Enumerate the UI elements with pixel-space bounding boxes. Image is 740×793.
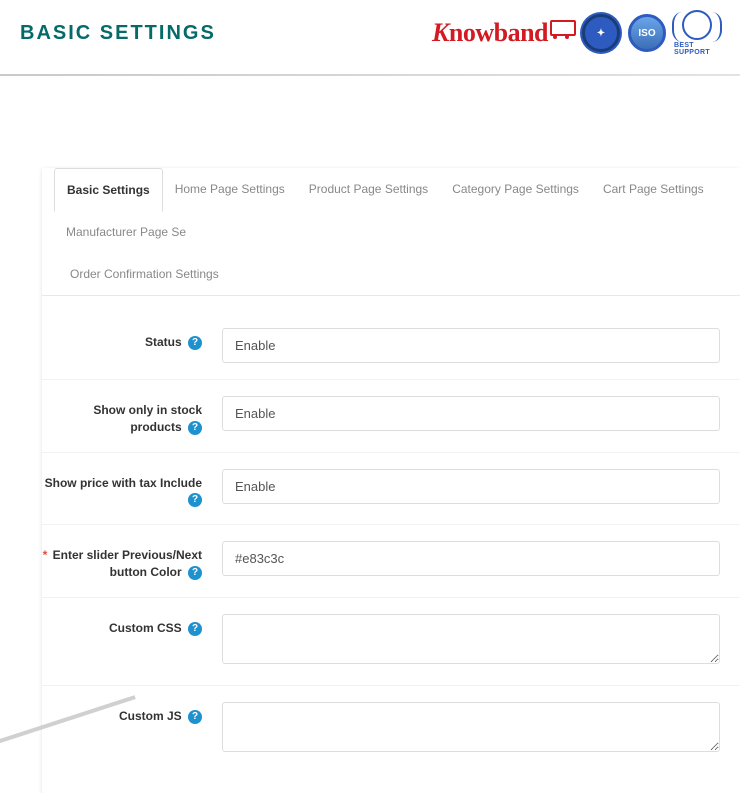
row-css: Custom CSS ?	[42, 598, 740, 686]
tabs-nav: Basic Settings Home Page Settings Produc…	[42, 168, 740, 296]
best-support-seal: BEST SUPPORT	[674, 10, 720, 56]
label-css: Custom CSS ?	[42, 614, 212, 637]
button-color-input[interactable]	[222, 541, 720, 576]
label-tax-text: Show price with tax Include	[45, 476, 202, 490]
tab-cart-page-settings[interactable]: Cart Page Settings	[591, 168, 716, 211]
label-stock: Show only in stock products ?	[42, 396, 212, 436]
tax-select[interactable]: Enable	[222, 469, 720, 504]
row-status: Status ? Enable	[42, 312, 740, 380]
iso-seal-icon: ISO	[628, 14, 666, 52]
header-divider	[0, 74, 740, 76]
label-css-text: Custom CSS	[109, 621, 182, 635]
tab-category-page-settings[interactable]: Category Page Settings	[440, 168, 591, 211]
tab-basic-settings[interactable]: Basic Settings	[54, 168, 163, 212]
settings-form: Status ? Enable Show only in stock produ…	[42, 296, 740, 793]
page-header: BASIC SETTINGS Knowband ✦ ISO BEST SUPPO…	[0, 0, 740, 74]
label-tax: Show price with tax Include ?	[42, 469, 212, 509]
help-icon[interactable]: ?	[188, 710, 202, 724]
label-color: * Enter slider Previous/Next button Colo…	[42, 541, 212, 581]
help-icon[interactable]: ?	[188, 493, 202, 507]
best-support-label: BEST SUPPORT	[674, 42, 720, 56]
tab-order-confirmation-settings[interactable]: Order Confirmation Settings	[58, 253, 728, 295]
custom-css-textarea[interactable]	[222, 614, 720, 664]
tab-manufacturer-page-settings[interactable]: Manufacturer Page Se	[54, 211, 198, 253]
wreath-icon	[682, 10, 712, 40]
label-js-text: Custom JS	[119, 709, 182, 723]
label-status: Status ?	[42, 328, 212, 351]
label-color-text: Enter slider Previous/Next button Color	[53, 548, 202, 579]
label-status-text: Status	[145, 335, 182, 349]
required-asterisk: *	[43, 548, 48, 562]
tab-product-page-settings[interactable]: Product Page Settings	[297, 168, 440, 211]
row-tax: Show price with tax Include ? Enable	[42, 453, 740, 526]
stock-select[interactable]: Enable	[222, 396, 720, 431]
help-icon[interactable]: ?	[188, 622, 202, 636]
status-select[interactable]: Enable	[222, 328, 720, 363]
custom-js-textarea[interactable]	[222, 702, 720, 752]
header-logos: Knowband ✦ ISO BEST SUPPORT	[432, 10, 720, 56]
help-icon[interactable]: ?	[188, 336, 202, 350]
knowband-logo: Knowband	[432, 18, 574, 48]
cert-seal-icon: ✦	[582, 14, 620, 52]
tab-home-page-settings[interactable]: Home Page Settings	[163, 168, 297, 211]
page-title: BASIC SETTINGS	[20, 22, 216, 45]
help-icon[interactable]: ?	[188, 421, 202, 435]
settings-panel: Basic Settings Home Page Settings Produc…	[42, 168, 740, 793]
cart-icon	[550, 20, 574, 38]
row-color: * Enter slider Previous/Next button Colo…	[42, 525, 740, 598]
row-js: Custom JS ?	[42, 686, 740, 773]
row-stock: Show only in stock products ? Enable	[42, 380, 740, 453]
label-stock-text: Show only in stock products	[93, 403, 202, 434]
help-icon[interactable]: ?	[188, 566, 202, 580]
